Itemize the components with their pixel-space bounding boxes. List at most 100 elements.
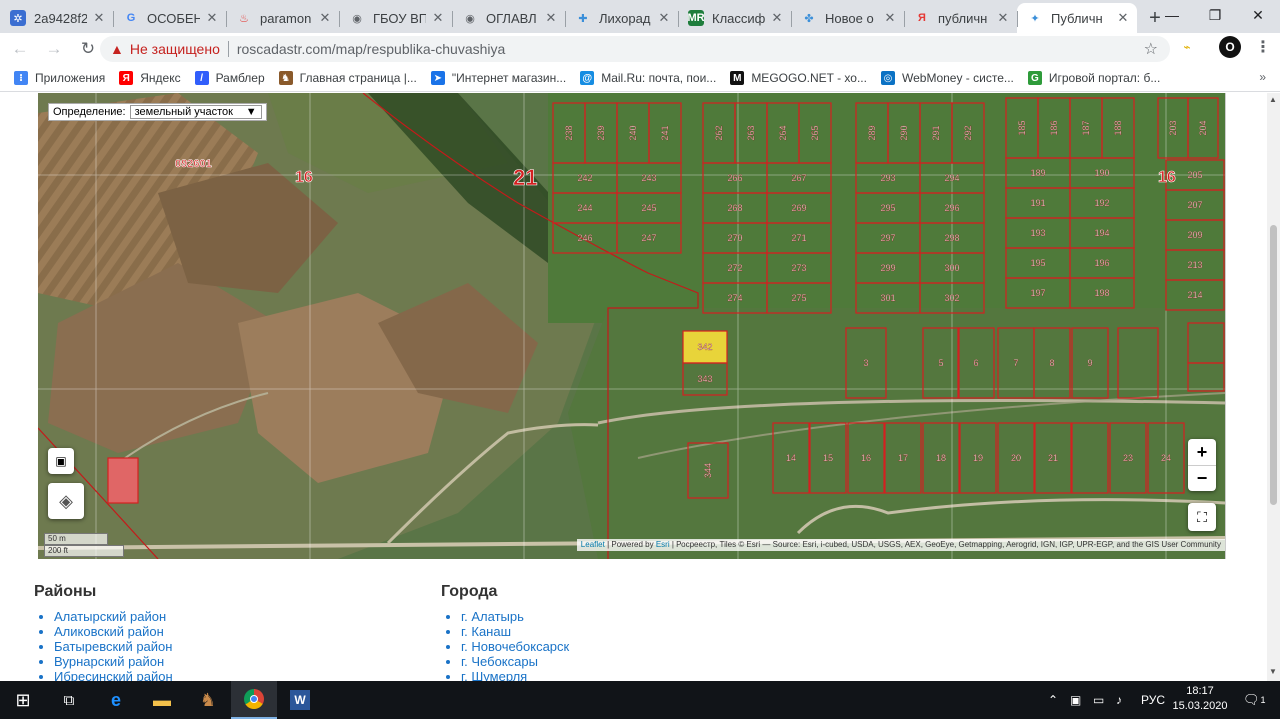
list-item-link[interactable]: Батыревский район [54, 639, 173, 654]
game-app-icon[interactable]: ♞ [185, 681, 231, 719]
opera-icon[interactable]: O [1219, 36, 1241, 58]
close-tab-icon[interactable]: ✕ [882, 10, 898, 26]
parcel-number: 298 [944, 233, 959, 243]
definition-select[interactable]: земельный участок ▼ [129, 105, 262, 119]
fullscreen-icon[interactable]: ⛶ [1188, 503, 1216, 531]
land-parcel[interactable] [107, 457, 139, 504]
close-tab-icon[interactable]: ✕ [317, 10, 333, 26]
network-icon[interactable]: ▭ [1093, 681, 1104, 719]
list-item-link[interactable]: Аликовский район [54, 624, 173, 639]
districts-list: Алатырский районАликовский районБатыревс… [34, 609, 173, 681]
globe-icon: ◉ [465, 12, 475, 25]
browser-tab[interactable]: MR Классиф ✕ [678, 3, 791, 33]
toggle-panel-icon[interactable]: ▣ [48, 448, 74, 474]
minimize-icon[interactable]: — [1149, 0, 1195, 30]
mailru-icon: @ [580, 71, 595, 85]
list-item-link[interactable]: Алатырский район [54, 609, 173, 624]
scroll-thumb[interactable] [1270, 225, 1277, 505]
security-label[interactable]: Не защищено [130, 41, 220, 57]
more-bookmarks-icon[interactable]: » [1259, 70, 1266, 84]
bookmark-item[interactable]: ⁝ Приложения [14, 71, 105, 85]
menu-icon[interactable]: ⋮ [1252, 36, 1274, 58]
browser-tab[interactable]: ✲ 2a9428f2 ✕ [0, 3, 113, 33]
input-language[interactable]: РУС [1141, 681, 1165, 719]
extension-icon[interactable]: ⌁ [1176, 36, 1198, 58]
layers-icon[interactable]: ◈ [48, 483, 84, 519]
word-icon[interactable]: W [277, 681, 323, 719]
page-scrollbar[interactable]: ▲ ▼ [1267, 93, 1280, 681]
bookmark-item[interactable]: ♞ Главная страница |... [278, 71, 417, 85]
list-item-link[interactable]: г. Канаш [461, 624, 569, 639]
bookmark-star-icon[interactable]: ☆ [1144, 39, 1158, 59]
bookmark-item[interactable]: / Рамблер [194, 71, 265, 85]
list-item-link[interactable]: Вурнарский район [54, 654, 173, 669]
bookmark-item[interactable]: ➤ "Интернет магазин... [430, 71, 566, 85]
parcel-number: 245 [641, 203, 656, 213]
parcel-number: 296 [944, 203, 959, 213]
task-view-icon[interactable]: ⧉ [46, 681, 92, 719]
close-tab-icon[interactable]: ✕ [430, 10, 446, 26]
dots-icon: ✤ [804, 12, 814, 25]
zoom-out-button[interactable]: − [1188, 465, 1216, 491]
districts-section: Районы Алатырский районАликовский районБ… [34, 583, 173, 681]
browser-tab[interactable]: ✚ Лихорад ✕ [565, 3, 678, 33]
parcel-number: 293 [880, 173, 895, 183]
bookmark-item[interactable]: @ Mail.Ru: почта, пои... [580, 71, 716, 85]
scroll-up-icon[interactable]: ▲ [1269, 95, 1277, 104]
tray-chevron-icon[interactable]: ⌃ [1048, 681, 1058, 719]
game-icon: G [1027, 71, 1042, 85]
map-canvas[interactable]: 238 239 240 241242 243244 245246 247262 263 264 2… [38, 93, 1226, 559]
volume-icon[interactable]: ♪ [1116, 681, 1122, 719]
browser-tab[interactable]: Япубличн ✕ [904, 3, 1017, 33]
close-tab-icon[interactable]: ✕ [91, 10, 107, 26]
close-tab-icon[interactable]: ✕ [769, 10, 785, 26]
back-icon[interactable]: ← [6, 35, 34, 63]
browser-tab[interactable]: G ОСОБЕНН✕ [113, 3, 226, 33]
leaflet-link[interactable]: Leaflet [581, 540, 605, 549]
windows-start-icon[interactable]: ⊞ [0, 681, 46, 719]
bookmark-item[interactable]: ◎ WebMoney - систе... [880, 71, 1014, 85]
chrome-icon[interactable] [231, 681, 277, 719]
forward-icon[interactable]: → [40, 35, 68, 63]
bookmark-item[interactable]: G Игровой портал: б... [1027, 71, 1160, 85]
block-number: 16 [295, 169, 313, 186]
browser-tab[interactable]: ✦ Публичн ✕ [1017, 3, 1137, 33]
mr-icon: MR [687, 10, 705, 26]
browser-tab[interactable]: ♨ paramon ✕ [226, 3, 339, 33]
scroll-down-icon[interactable]: ▼ [1269, 667, 1277, 676]
zoom-in-button[interactable]: + [1188, 439, 1216, 465]
tray-app-icon[interactable]: ▣ [1070, 681, 1081, 719]
bookmark-item[interactable]: M MEGOGO.NET - хо... [730, 71, 867, 85]
address-bar[interactable]: ▲ Не защищено roscadastr.com/map/respubl… [100, 36, 1170, 62]
parcel-number: 342 [697, 342, 712, 352]
list-item-link[interactable]: г. Новочебоксарск [461, 639, 569, 654]
edge-icon[interactable]: e [93, 681, 139, 719]
list-item-link[interactable]: Ибресинский район [54, 669, 173, 681]
cadastral-map[interactable]: 238 239 240 241 242 243 244 245 246 247 262 263 264 2… [38, 93, 1226, 559]
browser-tab[interactable]: ◉ ОГЛАВЛ ✕ [452, 3, 565, 33]
reload-icon[interactable]: ↻ [74, 35, 102, 63]
taskbar-clock[interactable]: 18:17 15.03.2020 [1168, 684, 1232, 714]
esri-link[interactable]: Esri [656, 540, 670, 549]
close-tab-icon[interactable]: ✕ [543, 10, 559, 26]
definition-selector[interactable]: Определение: земельный участок ▼ [48, 103, 267, 121]
parcel-number: 9 [1087, 358, 1092, 368]
close-window-icon[interactable]: ✕ [1235, 0, 1280, 30]
browser-tab[interactable]: ✤ Новое о ✕ [791, 3, 904, 33]
url-text[interactable]: roscadastr.com/map/respublika-chuvashiya [237, 41, 505, 57]
list-item-link[interactable]: г. Чебоксары [461, 654, 569, 669]
notifications-icon[interactable]: 🗨 1 [1243, 681, 1266, 719]
browser-tab[interactable]: ◉ ГБОУ ВП ✕ [339, 3, 452, 33]
close-tab-icon[interactable]: ✕ [1115, 10, 1131, 26]
maximize-icon[interactable]: ❐ [1192, 0, 1238, 30]
parcel-number: 294 [944, 173, 959, 183]
bookmark-item[interactable]: Я Яндекс [119, 71, 181, 85]
list-item-link[interactable]: г. Шумерля [461, 669, 569, 681]
close-tab-icon[interactable]: ✕ [656, 10, 672, 26]
list-item-link[interactable]: г. Алатырь [461, 609, 569, 624]
megogo-icon: M [730, 71, 745, 85]
bookmark-label: MEGOGO.NET - хо... [751, 71, 867, 85]
close-tab-icon[interactable]: ✕ [995, 10, 1011, 26]
close-tab-icon[interactable]: ✕ [204, 10, 220, 26]
file-explorer-icon[interactable]: ▬ [139, 681, 185, 719]
